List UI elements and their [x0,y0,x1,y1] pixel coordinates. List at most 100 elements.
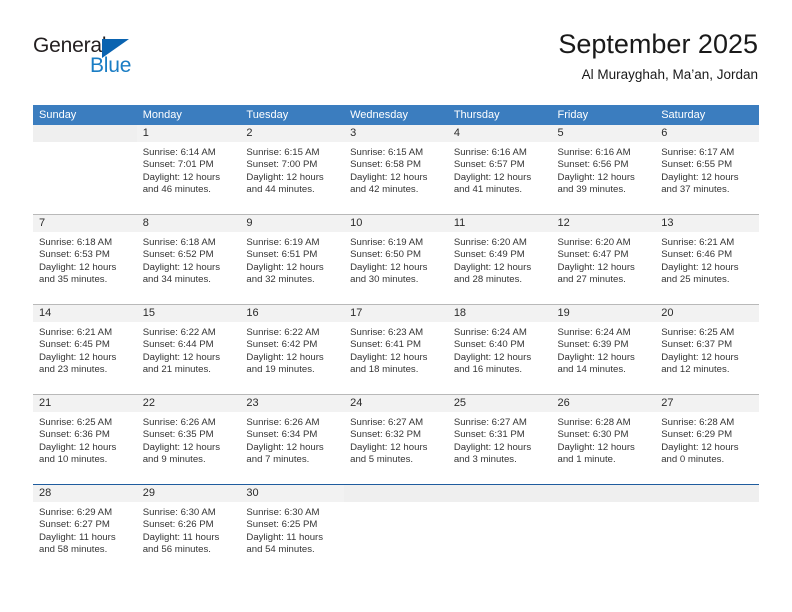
day-cell-body: Sunrise: 6:27 AM Sunset: 6:32 PM Daylight:… [344,412,448,467]
day-number: 18 [447,305,552,322]
sunrise-text: Sunrise: 6:22 AM [142,327,216,338]
day-cell-inner [447,485,552,574]
day-cell-inner: 1 Sunrise: 6:14 AM Sunset: 7:01 PM Daylight… [136,125,241,214]
day-number [33,125,137,142]
daylight-text-line1: Daylight: 12 hours [350,351,428,363]
daylight-text-line1: Daylight: 12 hours [661,171,739,183]
day-number: 5 [551,125,656,142]
calendar-day-cell[interactable]: 1 Sunrise: 6:14 AM Sunset: 7:01 PM Daylight… [136,125,241,215]
day-cell-body: Sunrise: 6:21 AM Sunset: 6:45 PM Daylight:… [33,322,137,377]
daylight-text-line2: and 56 minutes. [142,544,211,556]
sunrise-text: Sunrise: 6:16 AM [453,147,527,158]
calendar-day-cell[interactable]: 10 Sunrise: 6:19 AM Sunset: 6:50 PM Dayligh… [344,214,448,305]
calendar-day-cell[interactable]: 16 Sunrise: 6:22 AM Sunset: 6:42 PM Dayligh… [240,304,345,395]
day-cell-body: Sunrise: 6:17 AM Sunset: 6:55 PM Daylight:… [655,142,759,197]
weekday-header-tuesday: Tuesday [240,105,345,125]
calendar-day-cell[interactable]: 9 Sunrise: 6:19 AM Sunset: 6:51 PM Daylight… [240,214,345,305]
calendar-day-cell[interactable]: 18 Sunrise: 6:24 AM Sunset: 6:40 PM Dayligh… [447,304,552,395]
calendar-day-cell[interactable]: 17 Sunrise: 6:23 AM Sunset: 6:41 PM Dayligh… [344,304,448,395]
calendar-day-cell[interactable]: 25 Sunrise: 6:27 AM Sunset: 6:31 PM Dayligh… [447,394,552,485]
day-number: 27 [655,395,759,412]
calendar-day-cell[interactable]: 26 Sunrise: 6:28 AM Sunset: 6:30 PM Dayligh… [551,394,656,485]
day-cell-body: Sunrise: 6:15 AM Sunset: 7:00 PM Daylight:… [240,142,344,197]
sunrise-text: Sunrise: 6:18 AM [142,237,216,248]
day-cell-body: Sunrise: 6:15 AM Sunset: 6:58 PM Daylight:… [344,142,448,197]
calendar-day-cell[interactable]: 3 Sunrise: 6:15 AM Sunset: 6:58 PM Daylight… [344,125,448,215]
daylight-text-line1: Daylight: 12 hours [39,351,117,363]
page-title: September 2025 [558,29,758,59]
daylight-text-line2: and 28 minutes. [453,274,523,286]
day-number: 29 [136,485,241,502]
day-number: 11 [447,215,552,232]
calendar-day-cell[interactable]: 27 Sunrise: 6:28 AM Sunset: 6:29 PM Dayligh… [655,394,759,485]
calendar-day-cell[interactable]: 6 Sunrise: 6:17 AM Sunset: 6:55 PM Daylight… [655,125,759,215]
calendar-week-row: 1 Sunrise: 6:14 AM Sunset: 7:01 PM Daylight… [33,125,759,215]
day-number: 21 [33,395,137,412]
calendar-week-row: 21 Sunrise: 6:25 AM Sunset: 6:36 PM Dayligh… [33,394,759,485]
day-number: 6 [655,125,759,142]
daylight-text-line1: Daylight: 12 hours [557,261,635,273]
calendar-day-cell[interactable]: 11 Sunrise: 6:20 AM Sunset: 6:49 PM Dayligh… [447,214,552,305]
calendar-day-cell[interactable]: 14 Sunrise: 6:21 AM Sunset: 6:45 PM Dayligh… [33,304,137,395]
calendar-day-cell[interactable]: 29 Sunrise: 6:30 AM Sunset: 6:26 PM Dayligh… [136,484,241,574]
sunrise-text: Sunrise: 6:15 AM [350,147,424,158]
day-cell-inner [33,125,137,214]
sunset-text: Sunset: 6:44 PM [142,339,214,351]
calendar-day-cell[interactable]: 20 Sunrise: 6:25 AM Sunset: 6:37 PM Dayligh… [655,304,759,395]
day-cell-body: Sunrise: 6:28 AM Sunset: 6:30 PM Daylight:… [552,412,656,467]
sunrise-text: Sunrise: 6:28 AM [557,417,631,428]
daylight-text-line2: and 0 minutes. [661,454,725,466]
calendar-day-cell[interactable]: 4 Sunrise: 6:16 AM Sunset: 6:57 PM Daylight… [447,125,552,215]
day-cell-inner: 14 Sunrise: 6:21 AM Sunset: 6:45 PM Dayligh… [33,305,137,394]
sunset-text: Sunset: 6:39 PM [557,339,629,351]
calendar-day-cell[interactable]: 7 Sunrise: 6:18 AM Sunset: 6:53 PM Daylight… [33,214,137,305]
day-cell-body: Sunrise: 6:27 AM Sunset: 6:31 PM Daylight:… [448,412,552,467]
calendar-day-cell[interactable]: 13 Sunrise: 6:21 AM Sunset: 6:46 PM Dayligh… [655,214,759,305]
day-cell-inner: 26 Sunrise: 6:28 AM Sunset: 6:30 PM Dayligh… [551,395,656,484]
day-cell-inner: 28 Sunrise: 6:29 AM Sunset: 6:27 PM Dayligh… [33,485,137,574]
calendar-day-cell[interactable]: 15 Sunrise: 6:22 AM Sunset: 6:44 PM Dayligh… [136,304,241,395]
calendar-day-cell[interactable]: 23 Sunrise: 6:26 AM Sunset: 6:34 PM Dayligh… [240,394,345,485]
day-cell-body: Sunrise: 6:19 AM Sunset: 6:50 PM Daylight:… [344,232,448,287]
calendar-day-cell[interactable]: 22 Sunrise: 6:26 AM Sunset: 6:35 PM Dayligh… [136,394,241,485]
day-number: 30 [240,485,345,502]
day-number: 28 [33,485,137,502]
day-number [447,485,552,502]
day-cell-body: Sunrise: 6:20 AM Sunset: 6:47 PM Daylight:… [552,232,656,287]
day-cell-inner: 8 Sunrise: 6:18 AM Sunset: 6:52 PM Daylight… [136,215,241,304]
day-number [344,485,448,502]
day-cell-inner: 2 Sunrise: 6:15 AM Sunset: 7:00 PM Daylight… [240,125,345,214]
calendar-day-cell[interactable]: 24 Sunrise: 6:27 AM Sunset: 6:32 PM Dayligh… [344,394,448,485]
sunset-text: Sunset: 6:46 PM [661,249,733,261]
calendar-day-cell[interactable]: 12 Sunrise: 6:20 AM Sunset: 6:47 PM Dayligh… [551,214,656,305]
calendar-day-cell[interactable]: 19 Sunrise: 6:24 AM Sunset: 6:39 PM Dayligh… [551,304,656,395]
sunset-text: Sunset: 6:56 PM [557,159,629,171]
sunrise-text: Sunrise: 6:25 AM [39,417,113,428]
daylight-text-line1: Daylight: 12 hours [142,171,221,183]
sunrise-text: Sunrise: 6:27 AM [350,417,424,428]
day-cell-inner: 23 Sunrise: 6:26 AM Sunset: 6:34 PM Dayligh… [240,395,345,484]
daylight-text-line2: and 35 minutes. [39,274,108,286]
day-cell-inner: 12 Sunrise: 6:20 AM Sunset: 6:47 PM Dayligh… [551,215,656,304]
day-cell-body: Sunrise: 6:26 AM Sunset: 6:34 PM Daylight:… [240,412,344,467]
calendar-day-cell[interactable]: 28 Sunrise: 6:29 AM Sunset: 6:27 PM Dayligh… [33,484,137,574]
sunset-text: Sunset: 6:49 PM [453,249,525,261]
calendar-day-cell[interactable]: 30 Sunrise: 6:30 AM Sunset: 6:25 PM Dayligh… [240,484,345,574]
weekday-header-thursday: Thursday [447,105,552,125]
daylight-text-line1: Daylight: 11 hours [39,531,116,543]
day-number: 4 [447,125,552,142]
sunrise-text: Sunrise: 6:29 AM [39,507,113,518]
calendar-day-cell[interactable]: 2 Sunrise: 6:15 AM Sunset: 7:00 PM Daylight… [240,125,345,215]
generalblue-logo[interactable]: General Blue [33,34,153,82]
calendar-day-cell[interactable]: 21 Sunrise: 6:25 AM Sunset: 6:36 PM Dayligh… [33,394,137,485]
sunrise-text: Sunrise: 6:30 AM [246,507,320,518]
day-cell-inner [655,485,759,574]
calendar-day-cell [655,484,759,574]
calendar-day-cell[interactable]: 8 Sunrise: 6:18 AM Sunset: 6:52 PM Daylight… [136,214,241,305]
sunrise-text: Sunrise: 6:20 AM [453,237,527,248]
daylight-text-line1: Daylight: 12 hours [39,261,117,273]
day-number: 9 [240,215,345,232]
sunrise-text: Sunrise: 6:27 AM [453,417,527,428]
daylight-text-line2: and 39 minutes. [557,184,626,196]
calendar-day-cell[interactable]: 5 Sunrise: 6:16 AM Sunset: 6:56 PM Daylight… [551,125,656,215]
